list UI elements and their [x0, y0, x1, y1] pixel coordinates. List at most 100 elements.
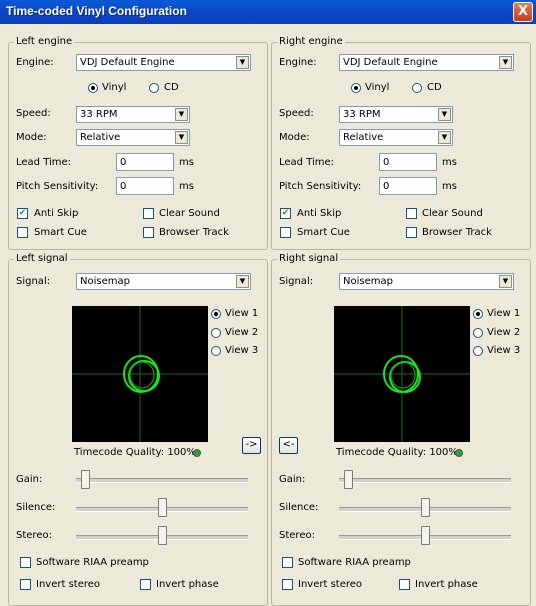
- speed-select-value: 33 RPM: [343, 109, 381, 120]
- gain-label: Gain:: [279, 474, 306, 485]
- invert-stereo-checkbox[interactable]: [282, 579, 293, 590]
- smart-cue-checkbox[interactable]: [280, 227, 291, 238]
- invert-stereo-checkbox[interactable]: [20, 579, 31, 590]
- copy-to-left-button[interactable]: <-: [279, 437, 298, 454]
- signal-label: Signal:: [16, 276, 51, 287]
- lead-time-unit: ms: [179, 157, 194, 168]
- invert-stereo-label: Invert stereo: [298, 579, 363, 590]
- slider-thumb[interactable]: [421, 498, 430, 517]
- view1-radio[interactable]: [473, 309, 483, 319]
- signal-select[interactable]: Noisemap ▼: [76, 273, 251, 290]
- slider-thumb[interactable]: [81, 470, 90, 489]
- browser-track-checkbox[interactable]: [406, 227, 417, 238]
- signal-label: Signal:: [279, 276, 314, 287]
- mode-select-value: Relative: [343, 132, 384, 143]
- cd-radio[interactable]: [149, 83, 159, 93]
- pitch-unit: ms: [442, 181, 457, 192]
- speed-label: Speed:: [279, 108, 314, 119]
- view2-radio[interactable]: [211, 328, 221, 338]
- cd-label: CD: [164, 82, 179, 93]
- pitch-sensitivity-input[interactable]: 0: [116, 177, 174, 195]
- smart-cue-label: Smart Cue: [297, 227, 350, 238]
- copy-to-right-button[interactable]: ->: [242, 437, 261, 454]
- lead-time-value: 0: [383, 157, 390, 168]
- view3-radio[interactable]: [211, 346, 221, 356]
- invert-phase-checkbox[interactable]: [140, 579, 151, 590]
- slider-thumb[interactable]: [421, 526, 430, 545]
- vinyl-radio[interactable]: [351, 83, 361, 93]
- slider-thumb[interactable]: [158, 498, 167, 517]
- group-title: Right engine: [277, 36, 345, 48]
- smart-cue-label: Smart Cue: [34, 227, 87, 238]
- chevron-down-icon: ▼: [438, 108, 451, 121]
- group-title: Left signal: [14, 253, 70, 265]
- invert-phase-checkbox[interactable]: [399, 579, 410, 590]
- lead-time-input[interactable]: 0: [379, 153, 437, 171]
- lead-time-unit: ms: [442, 157, 457, 168]
- timecode-quality: Timecode Quality: 100%: [336, 447, 458, 458]
- engine-select-value: VDJ Default Engine: [343, 57, 438, 68]
- view2-label: View 2: [225, 327, 259, 338]
- pitch-sensitivity-value: 0: [383, 181, 390, 192]
- view3-radio[interactable]: [473, 346, 483, 356]
- chevron-down-icon: ▼: [438, 131, 451, 144]
- chevron-down-icon: ▼: [499, 56, 512, 69]
- riaa-label: Software RIAA preamp: [36, 557, 149, 568]
- lead-time-value: 0: [120, 157, 127, 168]
- vinyl-label: Vinyl: [365, 82, 390, 93]
- mode-label: Mode:: [16, 132, 47, 143]
- view1-radio[interactable]: [211, 309, 221, 319]
- close-button[interactable]: X: [513, 2, 533, 22]
- vinyl-label: Vinyl: [102, 82, 127, 93]
- anti-skip-checkbox[interactable]: ✔: [17, 208, 28, 219]
- pitch-unit: ms: [179, 181, 194, 192]
- browser-track-checkbox[interactable]: [143, 227, 154, 238]
- quality-indicator-icon: [455, 449, 463, 457]
- cd-radio[interactable]: [412, 83, 422, 93]
- anti-skip-checkbox[interactable]: ✔: [280, 208, 291, 219]
- timecode-quality: Timecode Quality: 100%: [74, 447, 196, 458]
- pitch-sensitivity-label: Pitch Sensitivity:: [16, 181, 99, 192]
- slider-thumb[interactable]: [158, 526, 167, 545]
- quality-indicator-icon: [193, 449, 201, 457]
- slider-thumb[interactable]: [344, 470, 353, 489]
- mode-select-value: Relative: [80, 132, 121, 143]
- smart-cue-checkbox[interactable]: [17, 227, 28, 238]
- anti-skip-label: Anti Skip: [34, 208, 79, 219]
- vinyl-radio[interactable]: [88, 83, 98, 93]
- engine-select-value: VDJ Default Engine: [80, 57, 175, 68]
- chevron-down-icon: ▼: [236, 56, 249, 69]
- engine-select[interactable]: VDJ Default Engine ▼: [339, 54, 514, 71]
- mode-select[interactable]: Relative ▼: [339, 129, 453, 146]
- signal-select[interactable]: Noisemap ▼: [339, 273, 514, 290]
- pitch-sensitivity-input[interactable]: 0: [379, 177, 437, 195]
- riaa-checkbox[interactable]: [20, 557, 31, 568]
- view1-label: View 1: [487, 308, 521, 319]
- silence-label: Silence:: [16, 502, 56, 513]
- cd-label: CD: [427, 82, 442, 93]
- speed-select[interactable]: 33 RPM ▼: [339, 106, 453, 123]
- chevron-down-icon: ▼: [175, 131, 188, 144]
- title-bar[interactable]: Time-coded Vinyl Configuration X: [0, 0, 536, 24]
- slider-track: [339, 478, 511, 483]
- chevron-down-icon: ▼: [175, 108, 188, 121]
- group-title: Left engine: [14, 36, 75, 48]
- clear-sound-checkbox[interactable]: [143, 208, 154, 219]
- speed-select[interactable]: 33 RPM ▼: [76, 106, 190, 123]
- invert-stereo-label: Invert stereo: [36, 579, 101, 590]
- signal-scope: [72, 306, 208, 442]
- clear-sound-checkbox[interactable]: [406, 208, 417, 219]
- chevron-down-icon: ▼: [499, 275, 512, 288]
- clear-sound-label: Clear Sound: [159, 208, 220, 219]
- window-title: Time-coded Vinyl Configuration: [6, 4, 187, 18]
- lead-time-input[interactable]: 0: [116, 153, 174, 171]
- pitch-sensitivity-label: Pitch Sensitivity:: [279, 181, 362, 192]
- riaa-checkbox[interactable]: [282, 557, 293, 568]
- invert-phase-label: Invert phase: [156, 579, 219, 590]
- view2-radio[interactable]: [473, 328, 483, 338]
- mode-label: Mode:: [279, 132, 310, 143]
- browser-track-label: Browser Track: [422, 227, 492, 238]
- mode-select[interactable]: Relative ▼: [76, 129, 190, 146]
- engine-label: Engine:: [16, 57, 54, 68]
- engine-select[interactable]: VDJ Default Engine ▼: [76, 54, 251, 71]
